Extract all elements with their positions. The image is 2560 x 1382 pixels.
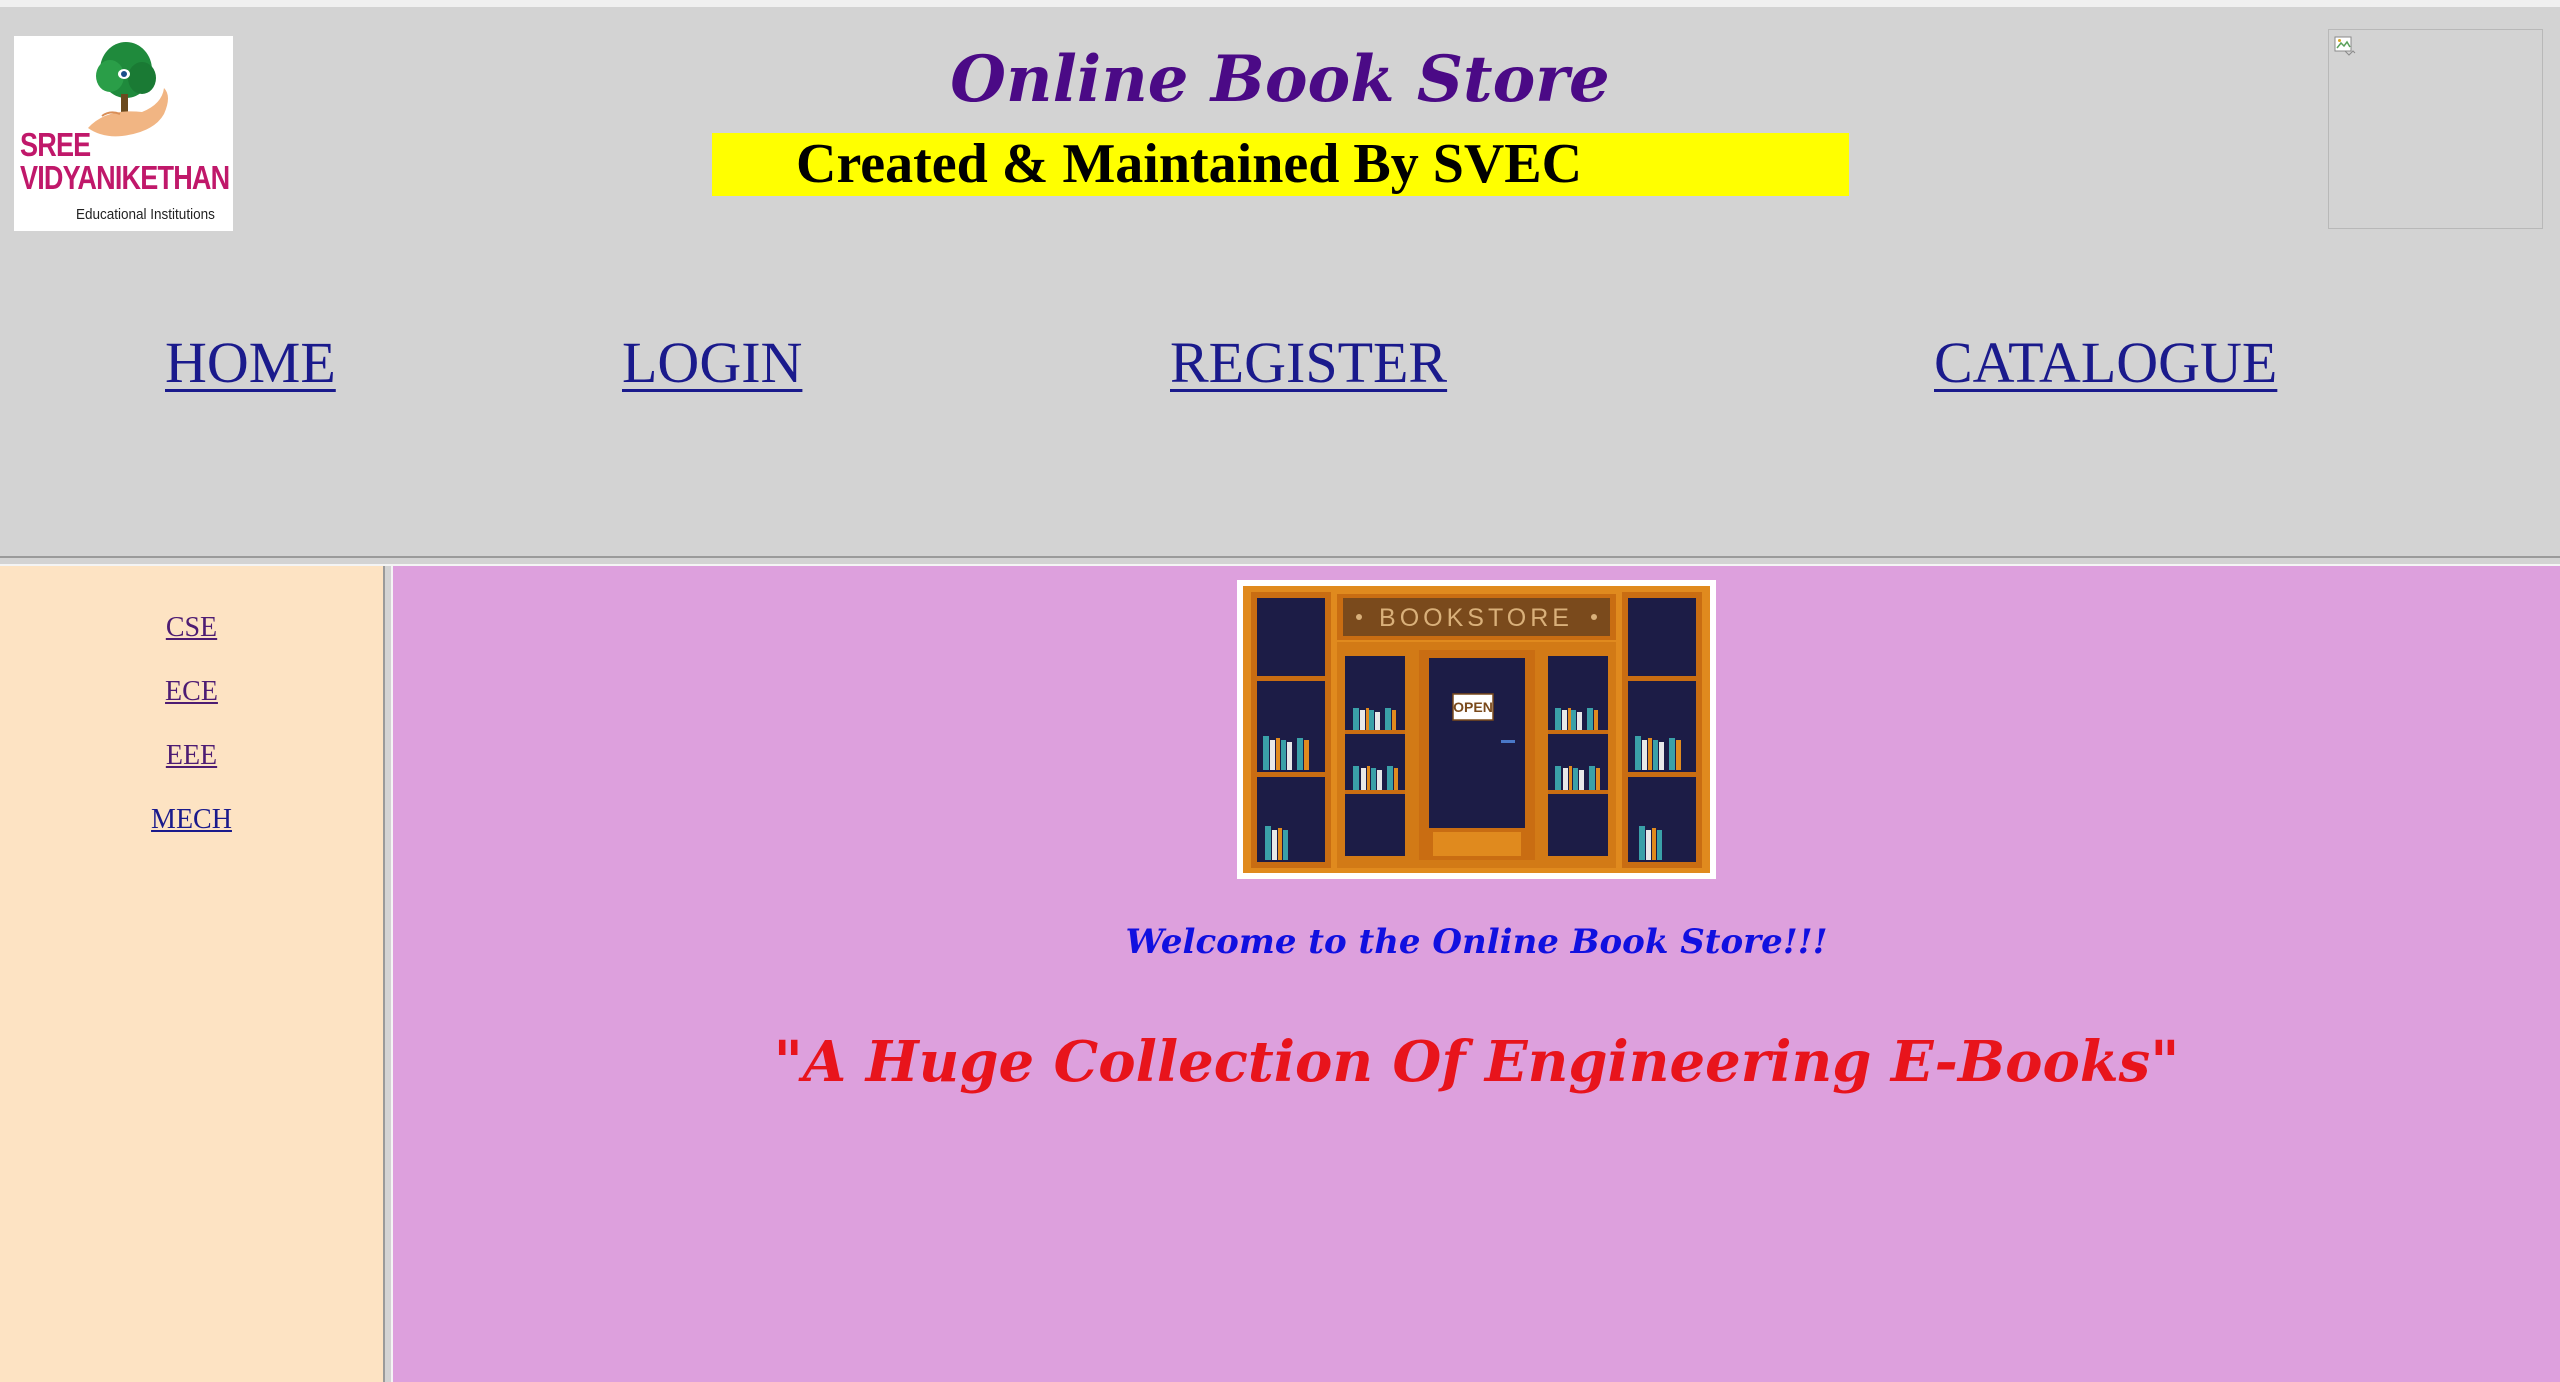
nav-home-link[interactable]: HOME xyxy=(165,331,336,395)
banner-text: Created & Maintained By SVEC xyxy=(796,133,1583,195)
sidebar-link-mech[interactable]: MECH xyxy=(0,803,383,837)
nav-register-link[interactable]: REGISTER xyxy=(1170,331,1447,395)
nav-login-link[interactable]: LOGIN xyxy=(622,331,802,395)
store-sign-text: BOOKSTORE xyxy=(1379,604,1573,632)
page: SREE VIDYANIKETHAN Educational Instituti… xyxy=(0,0,2560,1382)
header-frame: SREE VIDYANIKETHAN Educational Instituti… xyxy=(0,0,2560,566)
broken-image-icon xyxy=(2334,36,2356,56)
nav-catalogue-link[interactable]: CATALOGUE xyxy=(1934,331,2277,395)
frame-divider-vertical[interactable] xyxy=(383,566,393,1382)
site-title: Online Book Store xyxy=(950,42,1610,117)
banner: Created & Maintained By SVEC xyxy=(712,133,1849,196)
logo-subtitle: Educational Institutions xyxy=(76,206,215,223)
sidebar-link-ece[interactable]: ECE xyxy=(0,675,383,709)
bookstore-front-icon: BOOKSTORE OPEN xyxy=(1243,586,1710,873)
broken-image-placeholder xyxy=(2328,29,2543,229)
open-sign-text: OPEN xyxy=(1453,699,1493,715)
bookstore-illustration: BOOKSTORE OPEN xyxy=(1237,580,1716,879)
frame-divider-horizontal[interactable] xyxy=(0,556,2560,566)
sidebar-link-eee[interactable]: EEE xyxy=(0,739,383,773)
sidebar-link-cse[interactable]: CSE xyxy=(0,611,383,645)
tagline: "A Huge Collection Of Engineering E-Book… xyxy=(773,1029,2180,1095)
welcome-message: Welcome to the Online Book Store!!! xyxy=(1125,922,1828,962)
logo-wordmark: SREE VIDYANIKETHAN xyxy=(20,126,230,196)
